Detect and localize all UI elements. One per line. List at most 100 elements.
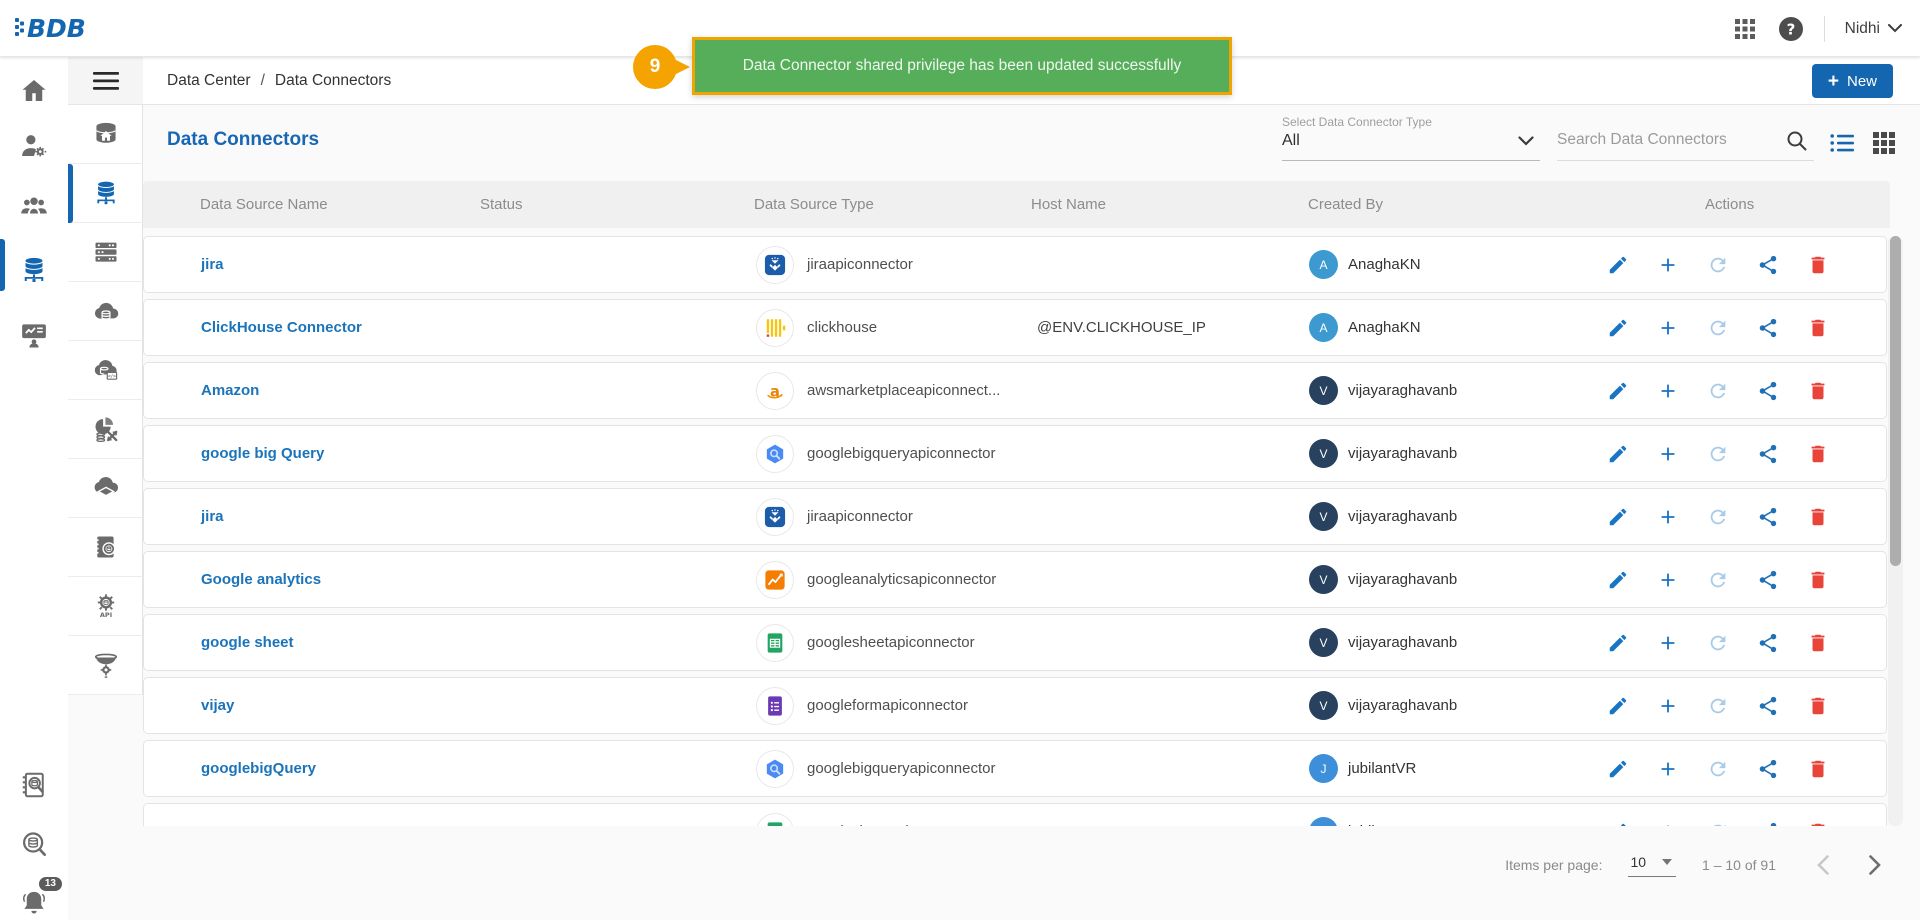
forms-icon [756,687,794,725]
delete-button[interactable] [1806,253,1830,277]
column-header-created-by: Created By [1308,196,1605,213]
hamburger-menu-button[interactable] [68,57,143,105]
edit-button[interactable] [1606,757,1630,781]
add-button[interactable] [1656,568,1680,592]
add-button[interactable] [1656,253,1680,277]
refresh-button[interactable] [1706,631,1730,655]
refresh-button[interactable] [1706,820,1730,827]
module-item-server-rack[interactable] [68,223,143,282]
delete-button[interactable] [1806,757,1830,781]
share-button[interactable] [1756,316,1780,340]
delete-button[interactable] [1806,631,1830,655]
connector-type-select[interactable]: Select Data Connector Type All [1282,115,1540,161]
add-button[interactable] [1656,505,1680,529]
sidebar-item-home[interactable] [0,67,68,115]
previous-page-button[interactable] [1810,852,1836,878]
delete-button[interactable] [1806,568,1830,592]
help-icon[interactable]: ? [1778,16,1804,42]
data-source-name-link[interactable]: jira [144,256,481,273]
share-button[interactable] [1756,820,1780,827]
edit-button[interactable] [1606,442,1630,466]
add-button[interactable] [1656,631,1680,655]
sidebar-item-catalog-search[interactable] [0,757,68,812]
sidebar-item-database-network[interactable] [0,237,68,303]
delete-button[interactable] [1806,379,1830,403]
share-button[interactable] [1756,442,1780,466]
refresh-button[interactable] [1706,757,1730,781]
edit-button[interactable] [1606,631,1630,655]
refresh-button[interactable] [1706,316,1730,340]
data-source-name-link[interactable]: jira [144,508,481,525]
items-per-page-select[interactable]: 10 [1628,854,1676,877]
data-source-name-link[interactable]: googlebigQuery [144,760,481,777]
edit-button[interactable] [1606,820,1630,827]
next-page-button[interactable] [1862,852,1888,878]
refresh-button[interactable] [1706,694,1730,718]
module-item-gear-api[interactable]: API [68,577,143,636]
apps-grid-icon[interactable] [1732,16,1758,42]
module-item-pie-database-sync[interactable] [68,400,143,459]
delete-button[interactable] [1806,442,1830,466]
module-item-cloud-database-code[interactable]: </> [68,341,143,400]
edit-button[interactable] [1606,253,1630,277]
add-button[interactable] [1656,757,1680,781]
delete-button[interactable] [1806,694,1830,718]
user-settings-icon [19,131,49,161]
delete-button[interactable] [1806,316,1830,340]
data-source-name-link[interactable]: vijay [144,697,481,714]
data-source-name-link[interactable]: ClickHouse Connector [144,319,481,336]
edit-button[interactable] [1606,379,1630,403]
share-button[interactable] [1756,694,1780,718]
add-button[interactable] [1656,694,1680,718]
refresh-button[interactable] [1706,442,1730,466]
grid-view-icon[interactable] [1871,130,1897,156]
breadcrumb-data-center[interactable]: Data Center [167,72,251,90]
search-icon[interactable] [1786,130,1808,157]
sidebar-item-feedback-chat[interactable] [0,305,68,365]
scrollbar-thumb[interactable] [1890,236,1901,566]
share-button[interactable] [1756,631,1780,655]
module-item-database-network[interactable] [68,164,143,223]
data-source-name-link[interactable]: Google analytics [144,571,481,588]
breadcrumb-data-connectors[interactable]: Data Connectors [275,72,391,90]
module-item-funnel-gear[interactable] [68,636,143,695]
sidebar-item-user-settings[interactable] [0,117,68,175]
share-button[interactable] [1756,379,1780,403]
user-menu[interactable]: Nidhi [1845,20,1902,38]
table-scrollbar[interactable] [1888,236,1903,826]
share-button[interactable] [1756,253,1780,277]
created-by: AAnaghaKN [1309,313,1606,342]
module-item-cloud-layers[interactable] [68,459,143,518]
refresh-button[interactable] [1706,568,1730,592]
search-input[interactable] [1557,123,1775,157]
delete-button[interactable] [1806,505,1830,529]
edit-button[interactable] [1606,316,1630,340]
refresh-button[interactable] [1706,253,1730,277]
module-item-database-home[interactable] [68,105,143,164]
add-button[interactable] [1656,379,1680,403]
created-by-name: vijayaraghavanb [1348,697,1457,714]
refresh-button[interactable] [1706,379,1730,403]
data-source-name-link[interactable]: google sheet [144,634,481,651]
add-button[interactable] [1656,316,1680,340]
list-view-icon[interactable] [1829,130,1855,156]
add-button[interactable] [1656,820,1680,827]
share-button[interactable] [1756,757,1780,781]
module-item-cloud-database[interactable] [68,282,143,341]
share-button[interactable] [1756,568,1780,592]
data-source-name-link[interactable]: google big Query [144,445,481,462]
refresh-button[interactable] [1706,505,1730,529]
module-item-database-gear[interactable] [68,518,143,577]
edit-button[interactable] [1606,505,1630,529]
new-button[interactable]: + New [1812,64,1893,98]
delete-button[interactable] [1806,820,1830,827]
edit-button[interactable] [1606,694,1630,718]
share-button[interactable] [1756,505,1780,529]
sidebar-item-notifications-bell[interactable]: 13 [0,875,68,920]
data-source-name-link[interactable]: Amazon [144,382,481,399]
sidebar-item-user-groups[interactable] [0,177,68,235]
database-gear-icon [92,533,120,561]
edit-button[interactable] [1606,568,1630,592]
add-button[interactable] [1656,442,1680,466]
sidebar-item-database-search[interactable] [0,816,68,871]
